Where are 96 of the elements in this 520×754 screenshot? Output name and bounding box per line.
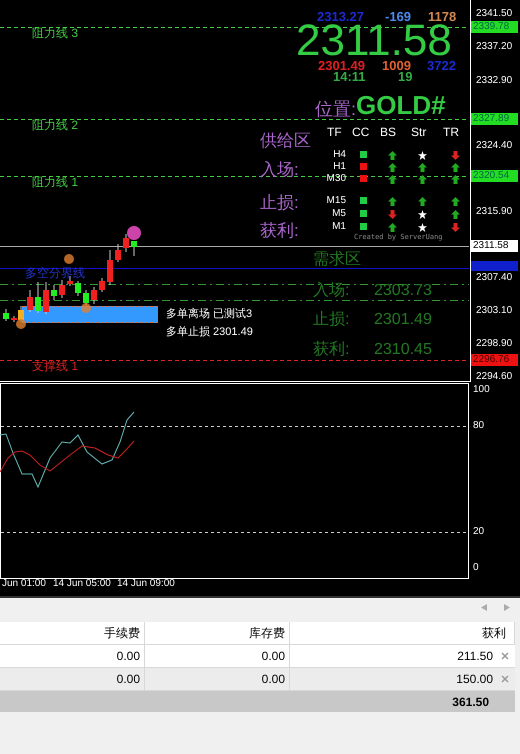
symbol-label: GOLD# <box>356 91 446 119</box>
candlestick <box>131 240 137 256</box>
candlestick <box>3 308 9 322</box>
candlestick <box>115 244 121 262</box>
timeframe-label: H1 <box>332 161 346 173</box>
close-icon[interactable] <box>501 652 509 660</box>
candlestick <box>99 278 105 292</box>
demand-value: 2301.49 <box>374 311 432 329</box>
column-header[interactable]: 库存费 <box>145 622 290 645</box>
price-tag: 2311.58 <box>471 240 518 252</box>
level-label: 阻力线 2 <box>32 118 78 132</box>
divider-label: 多空分界线 <box>25 266 85 280</box>
scroll-right-icon <box>504 604 510 611</box>
position-label: 位置: <box>315 99 356 119</box>
candlestick <box>27 290 33 312</box>
down-arrow-icon <box>451 223 460 232</box>
close-icon[interactable] <box>501 675 509 683</box>
scroll-left-icon <box>481 604 487 611</box>
column-header[interactable]: 手续费 <box>0 622 145 645</box>
table-cell-text: 150.00 <box>456 671 493 688</box>
candlestick <box>59 280 65 298</box>
column-header: BS <box>380 125 396 139</box>
axis-label: 2337.20 <box>476 41 512 54</box>
up-arrow-icon <box>388 197 397 206</box>
table-cell: 0.00 <box>145 645 290 668</box>
candlestick <box>51 284 57 300</box>
column-header: Str <box>411 125 426 139</box>
star-icon <box>418 210 427 219</box>
axis-label: 2294.60 <box>476 371 512 383</box>
circle-marker-icon <box>127 226 141 240</box>
time-label: 14 Jun 09:00 <box>117 578 175 590</box>
axis-label: 2307.40 <box>476 272 512 284</box>
demand-label: 止损: <box>313 311 350 329</box>
timeframe-label: H4 <box>332 149 346 161</box>
supply-label: 获利: <box>260 221 299 240</box>
table-cell: 0.00 <box>145 668 290 691</box>
price-tag: 2327.89 <box>471 113 518 126</box>
total-value: 361.50 <box>452 694 489 710</box>
price-tag: 2320.54 <box>471 170 518 182</box>
price-tag: 2296.76 <box>471 354 518 366</box>
axis-label: 0 <box>473 562 479 574</box>
axis-label: 80 <box>473 420 484 432</box>
timeframe-label: M30 <box>326 173 346 185</box>
axis-label: 2324.40 <box>476 140 512 152</box>
star-icon <box>418 223 427 232</box>
table-cell: 0.00 <box>0 645 145 668</box>
column-header: TR <box>443 125 459 139</box>
candlestick <box>91 286 97 304</box>
demand-title: 需求区 <box>313 251 361 269</box>
time-label: Jun 01:00 <box>2 578 46 590</box>
axis-label: 2341.50 <box>476 8 512 20</box>
demand-value: 2303.73 <box>374 282 432 300</box>
down-arrow-icon <box>388 210 397 219</box>
circle-marker-icon <box>81 303 91 313</box>
stat-value: 3722 <box>427 58 456 73</box>
axis-label: 2332.90 <box>476 74 512 87</box>
circle-marker-icon <box>64 254 74 264</box>
demand-value: 2310.45 <box>374 341 432 359</box>
timeframe-label: M15 <box>326 195 346 207</box>
price-tag <box>471 261 518 271</box>
table-cell-text: 211.50 <box>457 648 493 665</box>
supply-label: 止损: <box>260 193 299 212</box>
up-arrow-icon <box>418 197 427 206</box>
zone-label: 多单止损 2301.49 <box>166 326 253 339</box>
axis-label: 2315.90 <box>476 206 512 218</box>
level-label: 支撑线 1 <box>32 359 78 374</box>
axis-label: 2303.10 <box>476 305 512 318</box>
candlestick <box>43 282 49 314</box>
axis-label: 20 <box>473 526 484 538</box>
level-label: 阻力线 3 <box>32 26 78 40</box>
price-tag: 2339.78 <box>471 21 518 34</box>
time-label: 14 Jun 05:00 <box>53 578 111 590</box>
demand-label: 入场: <box>313 282 350 300</box>
supply-label: 供给区 <box>260 131 311 150</box>
candlestick <box>123 234 129 252</box>
circle-marker-icon <box>16 319 26 329</box>
column-header: TF <box>327 125 342 139</box>
supply-label: 入场: <box>260 160 299 179</box>
candlestick <box>35 282 41 314</box>
zone-label: 多单离场 已测试3 <box>166 308 252 321</box>
column-header: CC <box>352 125 370 139</box>
star-icon <box>418 151 427 160</box>
up-arrow-icon <box>388 223 397 232</box>
timeframe-label: M5 <box>331 208 346 220</box>
level-label: 阻力线 1 <box>32 175 78 190</box>
down-arrow-icon <box>451 151 460 160</box>
axis-label: 100 <box>473 384 490 396</box>
demand-label: 获利: <box>313 341 350 359</box>
column-header[interactable]: 获利 <box>290 622 515 645</box>
axis-label: 2298.90 <box>476 338 512 350</box>
timeframe-label: M1 <box>331 221 346 233</box>
stat-value: -169 <box>385 9 412 24</box>
table-cell: 0.00 <box>0 668 145 691</box>
stat-value: 1178 <box>428 9 456 24</box>
candlestick <box>107 250 113 286</box>
candlestick <box>75 280 81 296</box>
